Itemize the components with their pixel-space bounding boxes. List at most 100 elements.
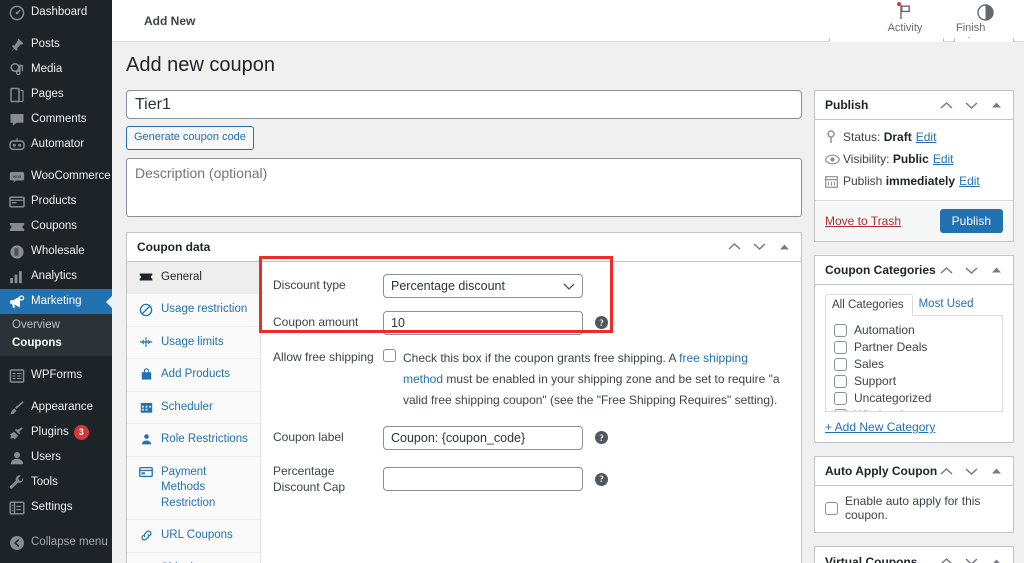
coupon-tab-usage-limits[interactable]: Usage limits (127, 327, 260, 360)
coupon-tab-label: Usage restriction (161, 303, 248, 316)
coupon-label-input[interactable] (383, 425, 583, 450)
category-label: Uncategorized (854, 391, 932, 405)
move-up-icon[interactable] (939, 555, 953, 563)
allow-free-shipping-checkbox[interactable] (383, 348, 396, 362)
coupon-code-input[interactable] (126, 90, 802, 119)
move-down-icon[interactable] (964, 464, 978, 478)
coupon-label-row: Coupon label ? (273, 425, 791, 450)
sidebar-item-pages[interactable]: Pages (0, 82, 112, 107)
category-checkbox[interactable] (834, 340, 847, 354)
category-item[interactable]: Uncategorized (834, 391, 996, 405)
help-icon[interactable]: ? (595, 431, 608, 445)
category-checkbox[interactable] (834, 357, 847, 371)
sidebar-item-woocommerce[interactable]: woo WooCommerce (0, 164, 112, 189)
auto-apply-checkbox[interactable] (825, 501, 838, 515)
move-down-icon[interactable] (964, 98, 978, 112)
discount-type-select[interactable]: Percentage discount (383, 273, 583, 298)
sidebar-item-automator[interactable]: Automator (0, 132, 112, 157)
virtual-coupons-panel: Virtual Coupons (814, 546, 1014, 563)
tab-all-categories[interactable]: All Categories (825, 294, 913, 316)
sidebar-item-media[interactable]: Media (0, 57, 112, 82)
publish-button[interactable]: Publish (939, 209, 1003, 233)
auto-apply-panel: Auto Apply Coupon Enable auto apply for … (814, 456, 1014, 533)
collapse-menu-button[interactable]: Collapse menu (0, 530, 112, 555)
sidebar-item-users[interactable]: Users (0, 445, 112, 470)
edit-visibility-link[interactable]: Edit (933, 152, 954, 166)
svg-text:woo: woo (13, 174, 22, 179)
plugin-icon (8, 424, 26, 442)
toggle-panel-icon[interactable] (777, 240, 791, 254)
sidebar-item-tools[interactable]: Tools (0, 470, 112, 495)
coupon-tab-add-products[interactable]: Add Products (127, 359, 260, 392)
coupon-categories-title: Coupon Categories (825, 263, 936, 277)
products-icon (8, 193, 26, 211)
edit-schedule-link[interactable]: Edit (959, 174, 980, 188)
category-item[interactable]: Wholesale (834, 408, 996, 411)
coupon-description-textarea[interactable] (126, 157, 802, 217)
sidebar-subitem-overview[interactable]: Overview (0, 316, 112, 334)
sidebar-item-wholesale[interactable]: Wholesale (0, 239, 112, 264)
sidebar-item-appearance[interactable]: Appearance (0, 395, 112, 420)
coupon-tab-scheduler[interactable]: Scheduler (127, 392, 260, 425)
allow-free-shipping-label: Allow free shipping (273, 349, 374, 364)
category-checkbox[interactable] (834, 391, 847, 405)
toggle-panel-icon[interactable] (989, 263, 1003, 277)
coupon-tab-url-coupons[interactable]: URL Coupons (127, 520, 260, 553)
sidebar-item-plugins[interactable]: Plugins 3 (0, 420, 112, 445)
coupon-tab-usage-restriction[interactable]: Usage restriction (127, 294, 260, 327)
auto-apply-header: Auto Apply Coupon (815, 457, 1013, 486)
admin-bar: Add New Activity Finish setup (112, 0, 1024, 47)
category-item[interactable]: Sales (834, 357, 996, 371)
move-to-trash-link[interactable]: Move to Trash (825, 214, 901, 228)
megaphone-icon (8, 293, 26, 311)
category-item[interactable]: Partner Deals (834, 340, 996, 354)
adminbar-add-new[interactable]: Add New (144, 14, 195, 28)
category-label: Support (854, 374, 897, 388)
sidebar-item-label: Comments (31, 112, 87, 125)
sidebar-item-comments[interactable]: Comments (0, 107, 112, 132)
sidebar-item-posts[interactable]: Posts (0, 32, 112, 57)
toggle-panel-icon[interactable] (989, 464, 1003, 478)
sidebar-item-products[interactable]: Products (0, 189, 112, 214)
sidebar-item-coupons[interactable]: Coupons (0, 214, 112, 239)
pin-icon (8, 36, 26, 54)
sidebar-item-analytics[interactable]: Analytics (0, 264, 112, 289)
sidebar-item-marketing[interactable]: Marketing (0, 289, 112, 314)
move-up-icon[interactable] (939, 98, 953, 112)
move-up-icon[interactable] (939, 263, 953, 277)
edit-status-link[interactable]: Edit (916, 130, 937, 144)
toggle-panel-icon[interactable] (989, 98, 1003, 112)
coupon-tab-general[interactable]: General (127, 261, 260, 295)
sidebar-item-settings[interactable]: Settings (0, 495, 112, 520)
sidebar-subitem-coupons[interactable]: Coupons (0, 334, 112, 352)
category-checkbox[interactable] (834, 408, 847, 411)
move-down-icon[interactable] (964, 263, 978, 277)
category-checkbox[interactable] (834, 323, 847, 337)
category-item[interactable]: Automation (834, 323, 996, 337)
add-new-category-link[interactable]: + Add New Category (825, 420, 935, 434)
toggle-panel-icon[interactable] (989, 555, 1003, 563)
brush-icon (8, 399, 26, 417)
help-icon[interactable]: ? (595, 316, 608, 330)
move-up-icon[interactable] (727, 240, 741, 254)
coupon-tab-role-restrictions[interactable]: Role Restrictions (127, 424, 260, 457)
tab-most-used[interactable]: Most Used (913, 294, 982, 316)
move-down-icon[interactable] (752, 240, 766, 254)
category-item[interactable]: Support (834, 374, 996, 388)
move-down-icon[interactable] (964, 555, 978, 563)
generate-coupon-code-button[interactable]: Generate coupon code (126, 126, 254, 150)
sidebar-item-dashboard[interactable]: Dashboard (0, 0, 112, 25)
percentage-discount-cap-input[interactable] (383, 467, 583, 492)
sidebar-item-label: Wholesale (31, 244, 85, 257)
coupon-amount-input[interactable] (383, 310, 583, 335)
sidebar-item-wpforms[interactable]: WPForms (0, 363, 112, 388)
help-icon[interactable]: ? (595, 472, 608, 486)
coupon-tab-label: General (161, 270, 202, 283)
activity-button[interactable]: Activity (876, 2, 934, 35)
move-up-icon[interactable] (939, 464, 953, 478)
coupon-tab-payment-methods-restriction[interactable]: Payment Methods Restriction (127, 457, 260, 521)
coupon-label-label: Coupon label (273, 430, 344, 445)
category-checkbox[interactable] (834, 374, 847, 388)
coupon-tab-shipping-overrides[interactable]: Shipping Overrides (127, 553, 260, 563)
coupon-amount-label: Coupon amount (273, 315, 359, 330)
